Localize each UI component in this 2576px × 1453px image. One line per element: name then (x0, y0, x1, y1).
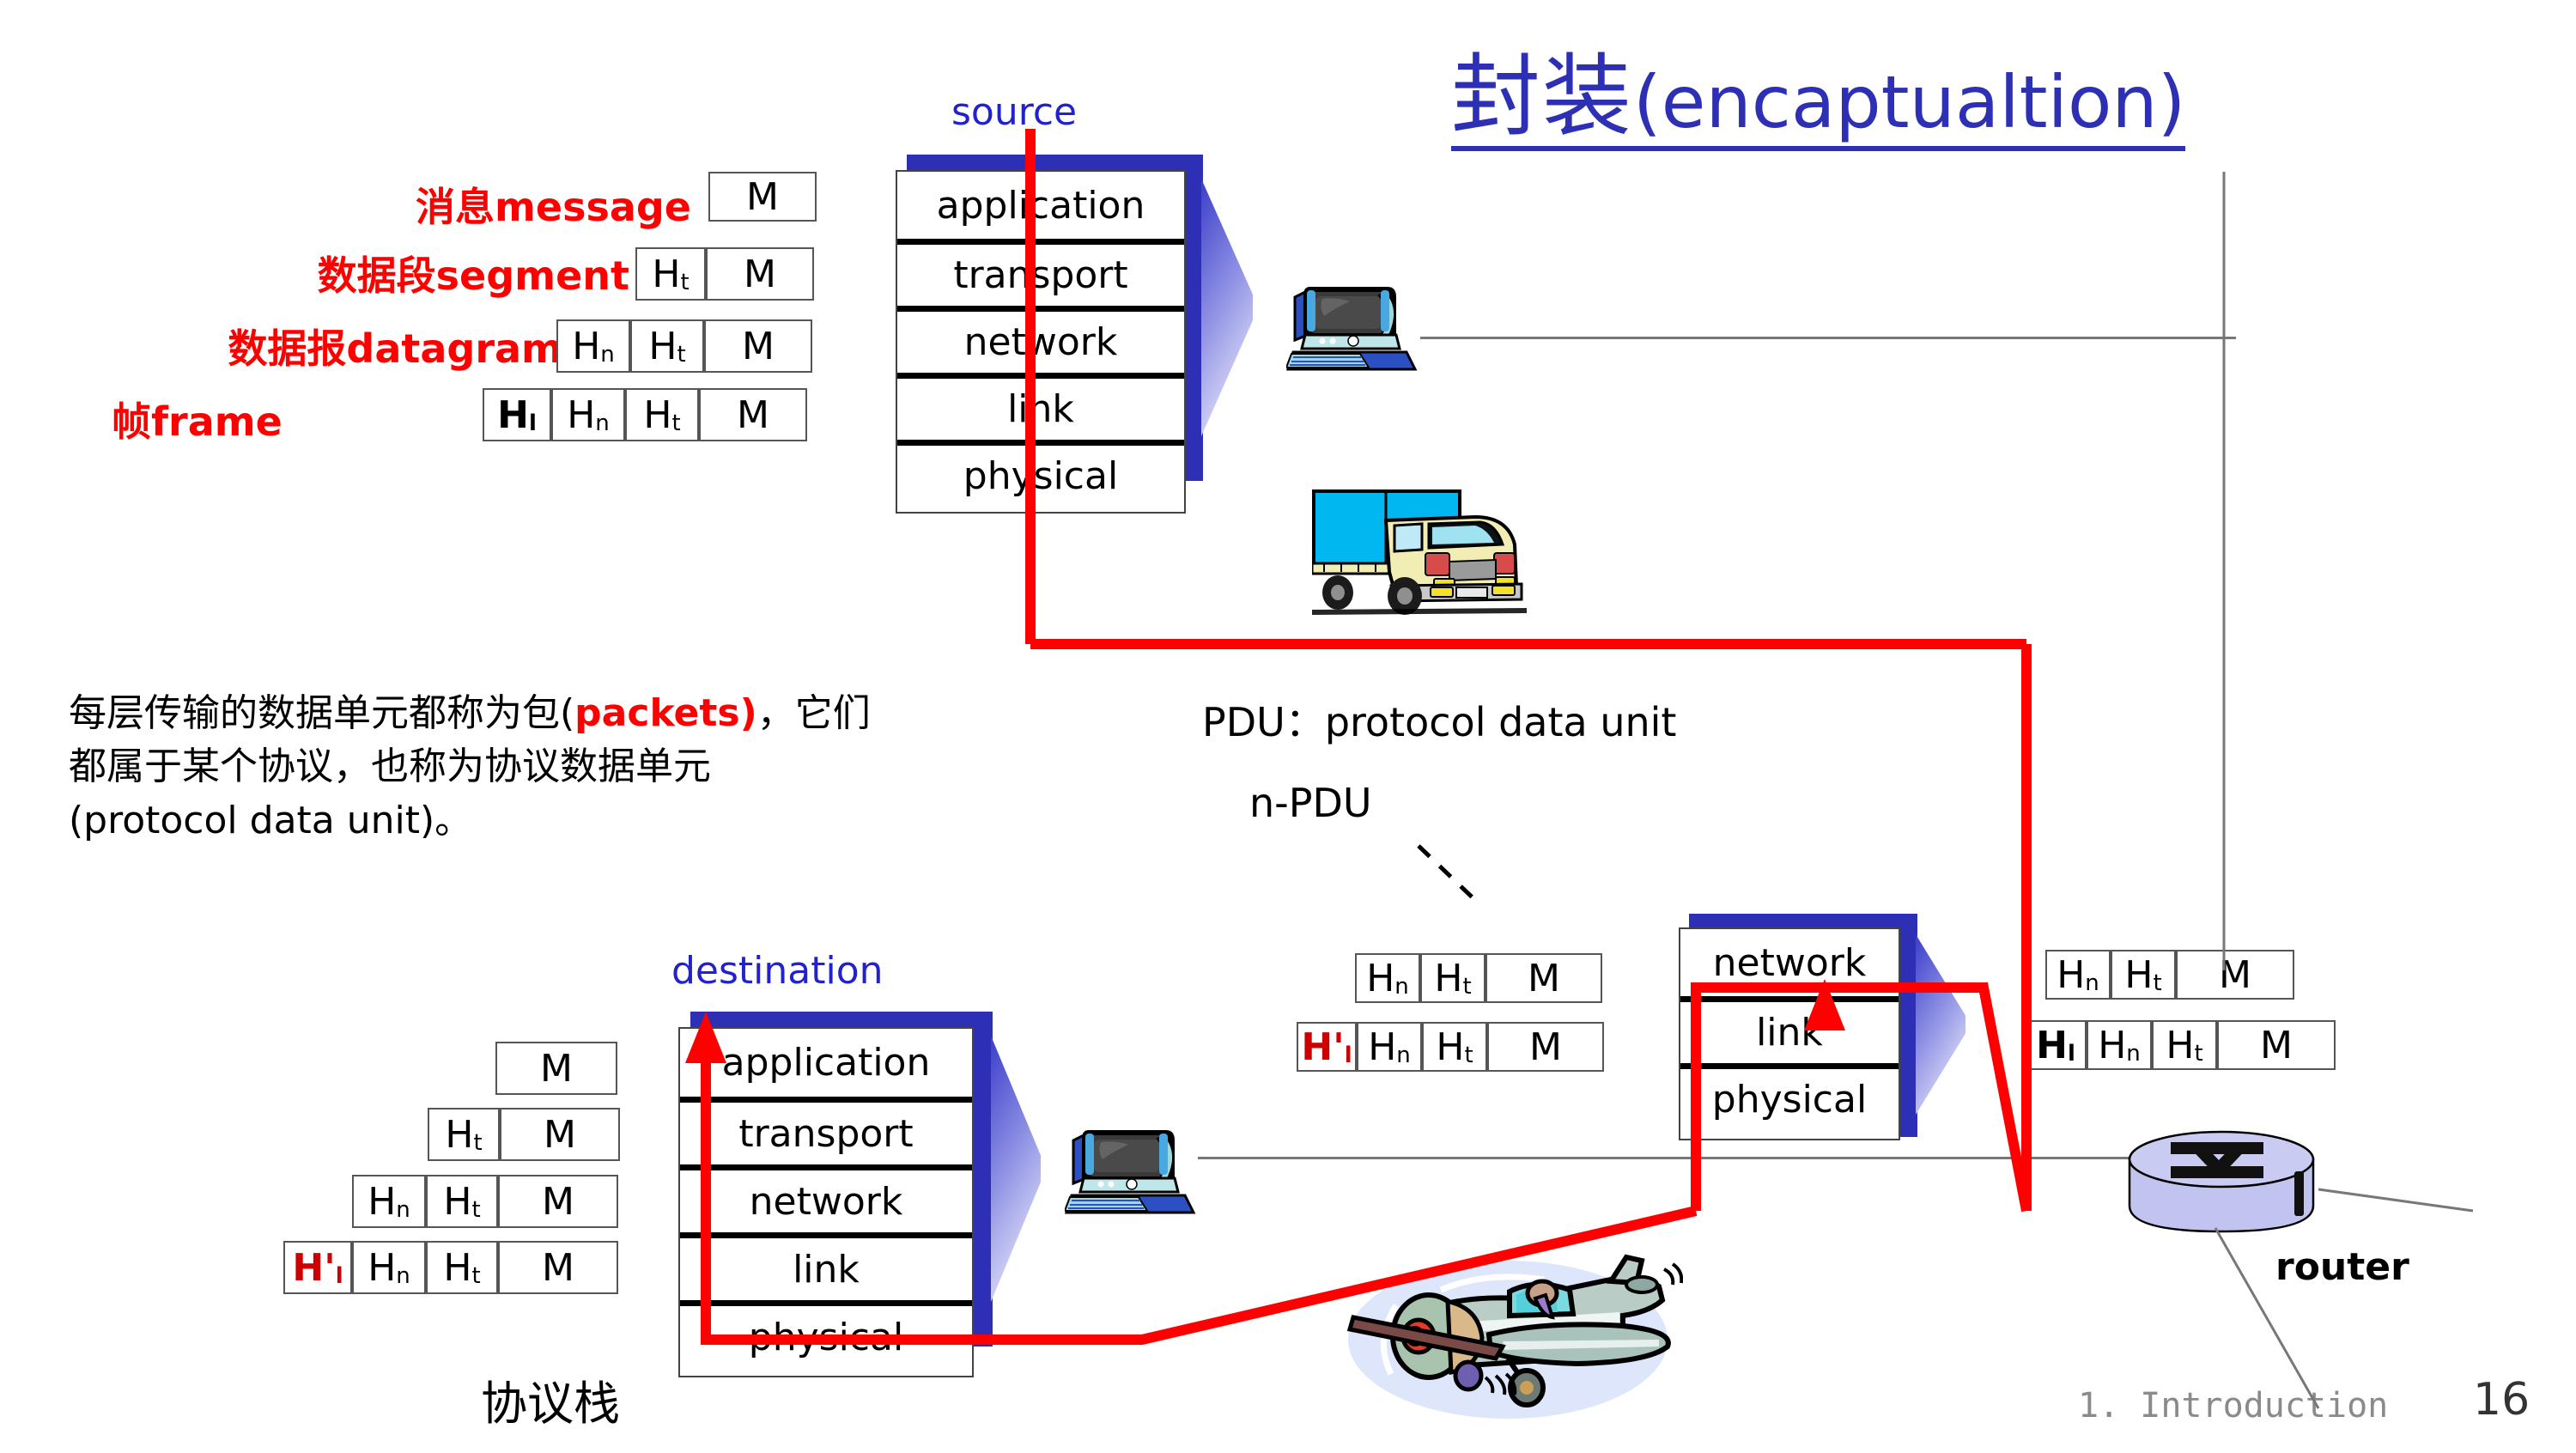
packet-cell-ht: Ht (1422, 1022, 1487, 1072)
footer-chapter: 1. Introduction (2078, 1386, 2389, 1426)
layer-link: link (1680, 996, 1899, 1063)
packet-cell-payload: M (708, 172, 817, 222)
packet-cell-ht: Ht (2111, 950, 2176, 1000)
layer-network: network (680, 1164, 972, 1232)
slide-canvas: 封装(encaptualtion) 消息message 数据段segment 数… (0, 0, 2576, 1450)
destination-protocol-stack: application transport network link physi… (678, 1012, 1041, 1377)
pc-source-icon (1285, 273, 1424, 376)
layer-physical: physical (897, 440, 1184, 507)
layer-network: network (897, 306, 1184, 373)
stack-panel: application transport network link physi… (896, 170, 1186, 514)
packet-cell-hl-prime: H' l (283, 1241, 352, 1294)
packet-cell-payload: M (2217, 1020, 2336, 1070)
paragraph-line-3: (protocol data unit)。 (69, 798, 473, 842)
router-right-link (2318, 1188, 2474, 1213)
layer-transport: transport (897, 239, 1184, 306)
layer-application: application (721, 1041, 931, 1085)
source-protocol-stack: application transport network link physi… (896, 155, 1253, 515)
layer-application: application (936, 183, 1145, 228)
packet-cell-hn: Hn (2087, 1020, 2152, 1070)
packet-cell-payload: M (1487, 1022, 1604, 1072)
packet-cell-hl: Hl (483, 388, 551, 441)
stack-side-bar (1184, 155, 1203, 481)
packet-frame: Hl Hn Ht M (483, 388, 807, 441)
packet-cell-ht: Ht (428, 1108, 500, 1161)
layer-link: link (897, 373, 1184, 440)
label-segment: 数据段segment (317, 252, 629, 299)
packet-cell-hl-prime: H' l (1297, 1022, 1357, 1072)
label-datagram: 数据报datagram (228, 325, 562, 372)
paragraph-line-2: 都属于某个协议，也称为协议数据单元 (69, 745, 711, 789)
layer-link: link (680, 1232, 972, 1300)
packet-datagram: Hn Ht M (556, 319, 812, 373)
packet-cell-payload: M (2176, 950, 2294, 1000)
packet-cell-ht: Ht (630, 319, 704, 373)
packet-cell-hn: Hn (551, 388, 625, 441)
pdu-note-npdu: n-PDU (1249, 780, 1372, 826)
stack-side-bar (974, 1012, 993, 1347)
airplane-icon (1340, 1245, 1684, 1450)
source-caption: source (951, 90, 1078, 134)
layer-physical: physical (1680, 1063, 1899, 1130)
packet-cell-ht: Ht (635, 247, 706, 301)
page-title-en: (encaptualtion) (1633, 60, 2186, 144)
router-icon (2123, 1127, 2320, 1247)
packet-cell-payload: M (495, 1042, 617, 1095)
label-frame: 帧frame (112, 398, 283, 445)
npdu-leader-dashed (1417, 844, 1480, 905)
packet-cell-ht: Ht (426, 1241, 498, 1294)
router-left-packet-frame: H' l Hn Ht M (1297, 1022, 1604, 1072)
packet-cell-payload: M (699, 388, 807, 441)
paragraph-line-1: 每层传输的数据单元都称为包(packets)，它们 (69, 691, 871, 735)
packet-cell-payload: M (704, 319, 812, 373)
packet-cell-payload: M (1485, 953, 1602, 1003)
dest-packet-message: M (495, 1042, 617, 1095)
pdu-note-full: PDU：protocol data unit (1202, 699, 1677, 745)
packet-cell-payload: M (500, 1108, 620, 1161)
packet-cell-ht: Ht (1420, 953, 1485, 1003)
packet-cell-hl: Hl (2025, 1020, 2087, 1070)
router-left-packet-datagram: Hn Ht M (1355, 953, 1602, 1003)
destination-caption: destination (671, 949, 884, 993)
pc-destination-icon (1063, 1116, 1202, 1219)
stack-panel: network link physical (1679, 927, 1900, 1140)
packet-cell-ht: Ht (625, 388, 699, 441)
stack-shadow (1916, 934, 1965, 1115)
layer-network: network (1712, 940, 1867, 985)
packet-message: M (708, 172, 817, 222)
packet-cell-ht: Ht (2152, 1020, 2217, 1070)
layer-transport: transport (680, 1097, 972, 1164)
packet-segment: Ht M (635, 247, 814, 301)
packet-cell-hn: Hn (352, 1241, 426, 1294)
truck-icon (1310, 483, 1540, 620)
dest-packet-segment: Ht M (428, 1108, 620, 1161)
router-protocol-stack: network link physical (1679, 914, 1965, 1163)
body-paragraph: 每层传输的数据单元都称为包(packets)，它们 都属于某个协议，也称为协议数… (69, 687, 1185, 848)
stack-panel: application transport network link physi… (678, 1027, 974, 1377)
footer-page-number: 16 (2473, 1374, 2530, 1426)
dest-packet-datagram: Hn Ht M (352, 1175, 618, 1228)
packet-cell-payload: M (498, 1241, 618, 1294)
stack-shadow (1201, 179, 1253, 436)
packet-cell-hn: Hn (2045, 950, 2111, 1000)
router-right-packet-datagram: Hn Ht M (2045, 950, 2294, 1000)
layer-physical: physical (680, 1300, 972, 1368)
packet-cell-ht: Ht (426, 1175, 498, 1228)
dest-packet-frame: H' l Hn Ht M (283, 1241, 618, 1294)
packet-cell-payload: M (498, 1175, 618, 1228)
stack-shadow (991, 1036, 1041, 1302)
packet-cell-hn: Hn (556, 319, 630, 373)
label-message: 消息message (415, 184, 691, 230)
stack-side-bar (1900, 914, 1917, 1137)
router-label: router (2275, 1245, 2409, 1289)
packet-cell-payload: M (706, 247, 814, 301)
router-right-packet-frame: Hl Hn Ht M (2025, 1020, 2336, 1070)
page-title-cn: 封装 (1451, 44, 1634, 149)
protocol-stack-caption: 协议栈 (481, 1377, 620, 1431)
packet-cell-hn: Hn (1355, 953, 1420, 1003)
packet-cell-hn: Hn (352, 1175, 426, 1228)
packet-cell-hn: Hn (1357, 1022, 1422, 1072)
page-title: 封装(encaptualtion) (1451, 52, 2186, 151)
link-line-source (1420, 337, 2236, 339)
